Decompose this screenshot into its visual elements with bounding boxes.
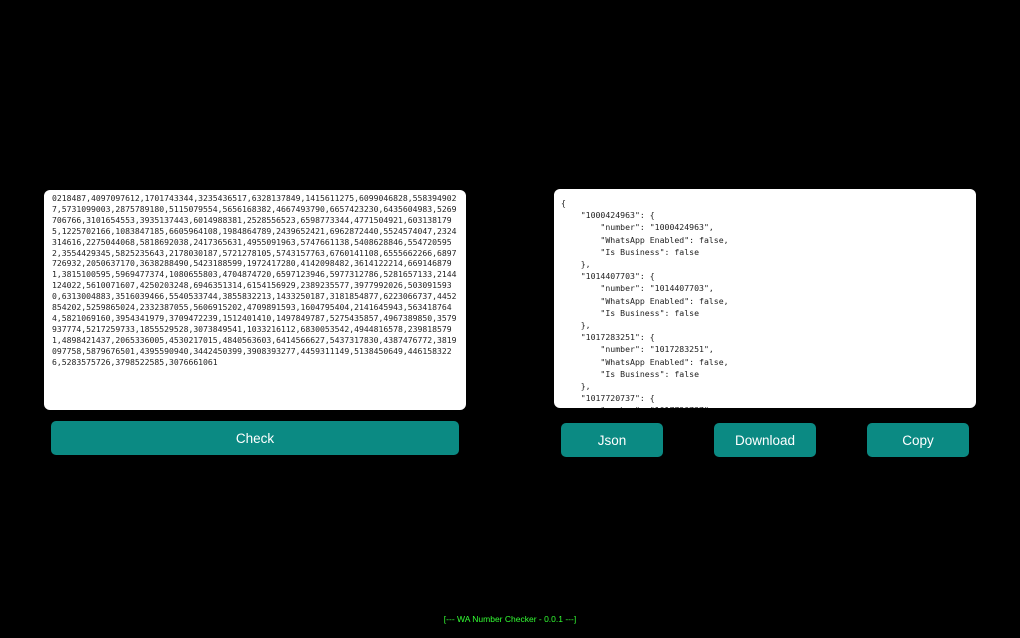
app-version-footer: [--- WA Number Checker - 0.0.1 ---] [443,614,577,624]
results-json-text: { "1000424963": { "number": "1000424963"… [561,198,729,408]
numbers-input-text: 0218487,4097097612,1701743344,3235436517… [52,193,457,367]
results-output-area[interactable]: { "1000424963": { "number": "1000424963"… [554,189,976,408]
numbers-input-textarea[interactable]: 0218487,4097097612,1701743344,3235436517… [44,190,466,410]
app-window: 0218487,4097097612,1701743344,3235436517… [0,0,1020,638]
copy-button[interactable]: Copy [867,423,969,457]
json-button[interactable]: Json [561,423,663,457]
download-button[interactable]: Download [714,423,816,457]
check-button[interactable]: Check [51,421,459,455]
